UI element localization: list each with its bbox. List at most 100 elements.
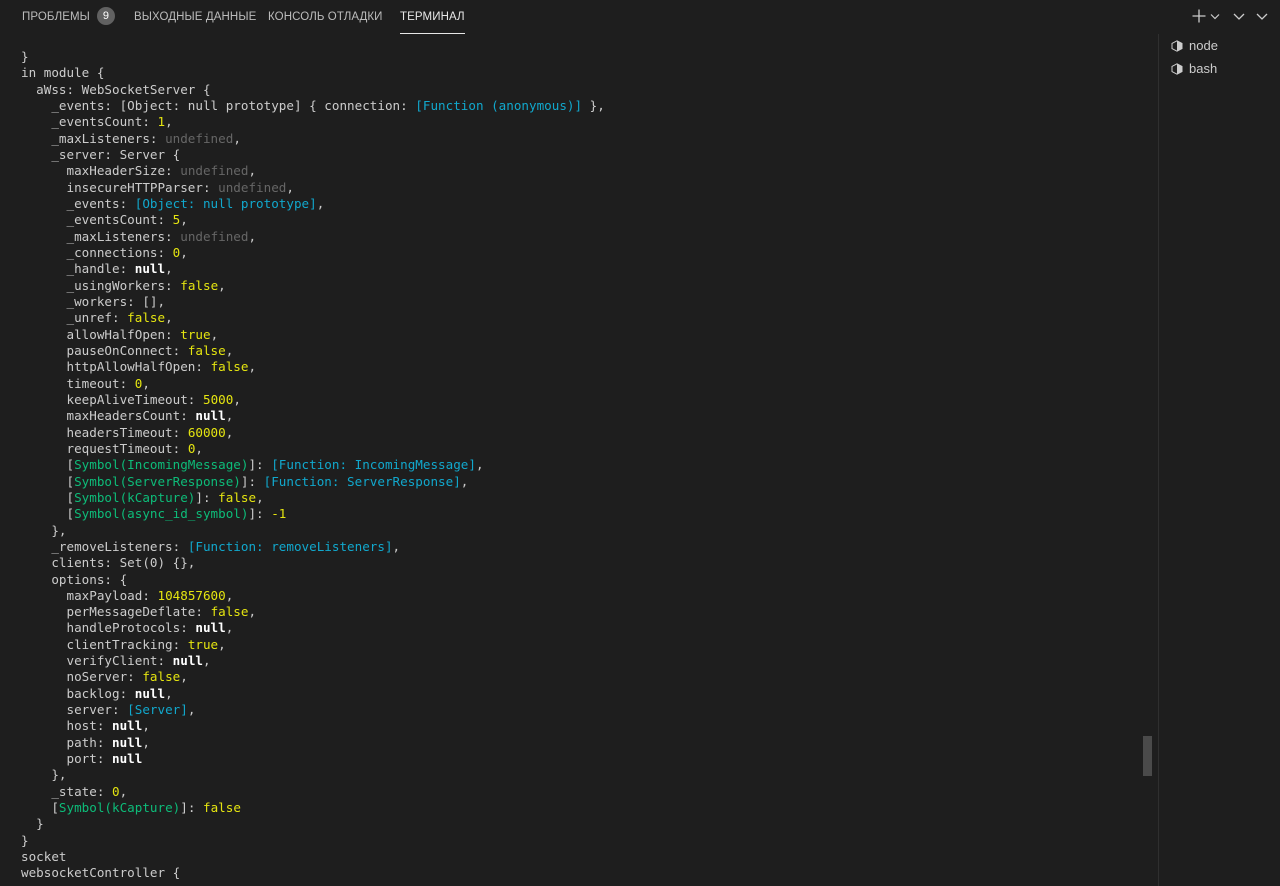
terminal-line: } — [21, 816, 605, 832]
terminal-line: }, — [21, 767, 605, 783]
new-terminal-button[interactable] — [1191, 8, 1207, 24]
terminal-token: } — [21, 832, 29, 848]
terminal-token: headersTimeout: — [21, 424, 188, 440]
terminal-token: _eventsCount: — [21, 212, 173, 228]
terminal-token: _usingWorkers: — [21, 277, 181, 293]
terminal-token: , — [142, 718, 150, 734]
terminal-token: port: — [21, 751, 112, 767]
terminal-token: perMessageDeflate: — [21, 604, 211, 620]
terminal-token: false — [203, 800, 241, 816]
terminal-line: allowHalfOpen: true, — [21, 327, 605, 343]
terminal-line: headersTimeout: 60000, — [21, 425, 605, 441]
terminal-token: , — [316, 195, 325, 211]
terminal-line: socket — [21, 849, 605, 865]
terminal-token: host: — [21, 718, 112, 734]
terminal-token: _handle: — [21, 261, 135, 277]
terminal-item-label: bash — [1189, 61, 1218, 76]
terminal-line: verifyClient: null, — [21, 653, 605, 669]
terminal-token: [Function: IncomingMessage] — [271, 457, 476, 473]
terminal-line: } — [21, 833, 605, 849]
terminal-line: _handle: null, — [21, 261, 605, 277]
terminal-line: _maxListeners: undefined, — [21, 131, 605, 147]
terminal-token: , — [233, 130, 241, 146]
terminal-token: , — [256, 489, 264, 505]
terminal-token: [Function: ServerResponse] — [263, 473, 461, 489]
terminal-token: , — [218, 277, 226, 293]
terminal-line: httpAllowHalfOpen: false, — [21, 359, 605, 375]
terminal-token: }, — [21, 767, 67, 783]
launch-profile-dropdown[interactable] — [1209, 8, 1221, 24]
terminal-token: ]: — [195, 489, 219, 505]
terminal-token: _unref: — [21, 310, 128, 326]
terminal-token: , — [180, 244, 188, 260]
terminal-token: path: — [21, 734, 112, 750]
terminal-token: [ — [21, 457, 75, 473]
terminal-token: verifyClient: — [21, 653, 173, 669]
terminal-token: , — [460, 473, 469, 489]
tab-terminal[interactable]: ТЕРМИНАЛ — [400, 0, 465, 34]
terminal-line: maxHeadersCount: null, — [21, 408, 605, 424]
collapse-panel-button[interactable] — [1254, 8, 1270, 24]
terminal-token: false — [142, 669, 181, 685]
terminal-more-button[interactable] — [1231, 8, 1247, 24]
terminal-token: , — [210, 326, 219, 342]
terminal-line: _removeListeners: [Function: removeListe… — [21, 539, 605, 555]
terminal-token: , — [225, 620, 234, 636]
terminal-item-bash[interactable]: bash — [1159, 58, 1280, 80]
terminal-line: _connections: 0, — [21, 245, 605, 261]
terminal-token: , — [180, 669, 188, 685]
terminal-item-node[interactable]: node — [1159, 35, 1280, 57]
terminal-line: [Symbol(IncomingMessage)]: [Function: In… — [21, 457, 605, 473]
terminal-token: [Function (anonymous)] — [415, 97, 583, 113]
terminal-token: false — [180, 277, 219, 293]
terminal-output[interactable]: } in module { aWss: WebSocketServer { _ev… — [0, 34, 1158, 886]
terminal-token: [ — [21, 800, 59, 816]
terminal-line: pauseOnConnect: false, — [21, 343, 605, 359]
terminal-token: , — [233, 391, 241, 407]
terminal-token: 1 — [157, 114, 166, 130]
terminal-scrollbar-thumb[interactable] — [1143, 736, 1152, 776]
terminal-token: , — [248, 163, 257, 179]
terminal-token: _maxListeners: — [21, 228, 181, 244]
terminal-token: true — [180, 326, 211, 342]
terminal-token: _events: [Object: null prototype] { conn… — [21, 97, 416, 113]
terminal-token: Symbol(async_id_symbol) — [74, 506, 249, 522]
terminal-line: maxPayload: 104857600, — [21, 588, 605, 604]
chevron-down-icon — [1256, 13, 1268, 20]
terminal-token: websocketController { — [21, 865, 181, 881]
terminal-token: null — [112, 734, 143, 750]
terminal-line: clientTracking: true, — [21, 637, 605, 653]
tab-debug-console[interactable]: КОНСОЛЬ ОТЛАДКИ — [268, 0, 383, 34]
terminal-line: port: null — [21, 751, 605, 767]
chevron-down-icon — [1210, 14, 1220, 20]
terminal-token: false — [127, 310, 166, 326]
terminal-token: , — [286, 179, 294, 195]
terminal-line: host: null, — [21, 718, 605, 734]
terminal-token: httpAllowHalfOpen: — [21, 359, 211, 375]
terminal-token: allowHalfOpen: — [21, 326, 181, 342]
terminal-token: maxHeaderSize: — [21, 163, 181, 179]
terminal-token: undefined — [165, 130, 234, 146]
terminal-line: requestTimeout: 0, — [21, 441, 605, 457]
terminal-token: null — [172, 653, 203, 669]
terminal-token: 0 — [112, 783, 120, 799]
terminal-token: false — [187, 342, 226, 358]
terminal-token: , — [165, 261, 173, 277]
terminal-token: _connections: — [21, 244, 173, 260]
tab-terminal-label: ТЕРМИНАЛ — [400, 11, 465, 23]
terminal-line: _usingWorkers: false, — [21, 278, 605, 294]
terminal-token: _server: Server { — [21, 146, 181, 162]
terminal-token: } — [21, 816, 44, 832]
terminal-line: } — [21, 49, 605, 65]
terminal-line: websocketController { — [21, 865, 605, 881]
terminal-token: , — [165, 114, 173, 130]
terminal-token: options: { — [21, 571, 128, 587]
terminal-token: maxPayload: — [21, 587, 158, 603]
tab-output[interactable]: ВЫХОДНЫЕ ДАННЫЕ — [134, 0, 256, 34]
terminal-line: backlog: null, — [21, 686, 605, 702]
terminal-line: _state: 0, — [21, 784, 605, 800]
terminal-line: in module { — [21, 65, 605, 81]
tab-debug-console-label: КОНСОЛЬ ОТЛАДКИ — [268, 11, 383, 23]
tab-problems[interactable]: ПРОБЛЕМЫ 9 — [22, 0, 115, 34]
terminal-token: _workers: [], — [21, 293, 166, 309]
